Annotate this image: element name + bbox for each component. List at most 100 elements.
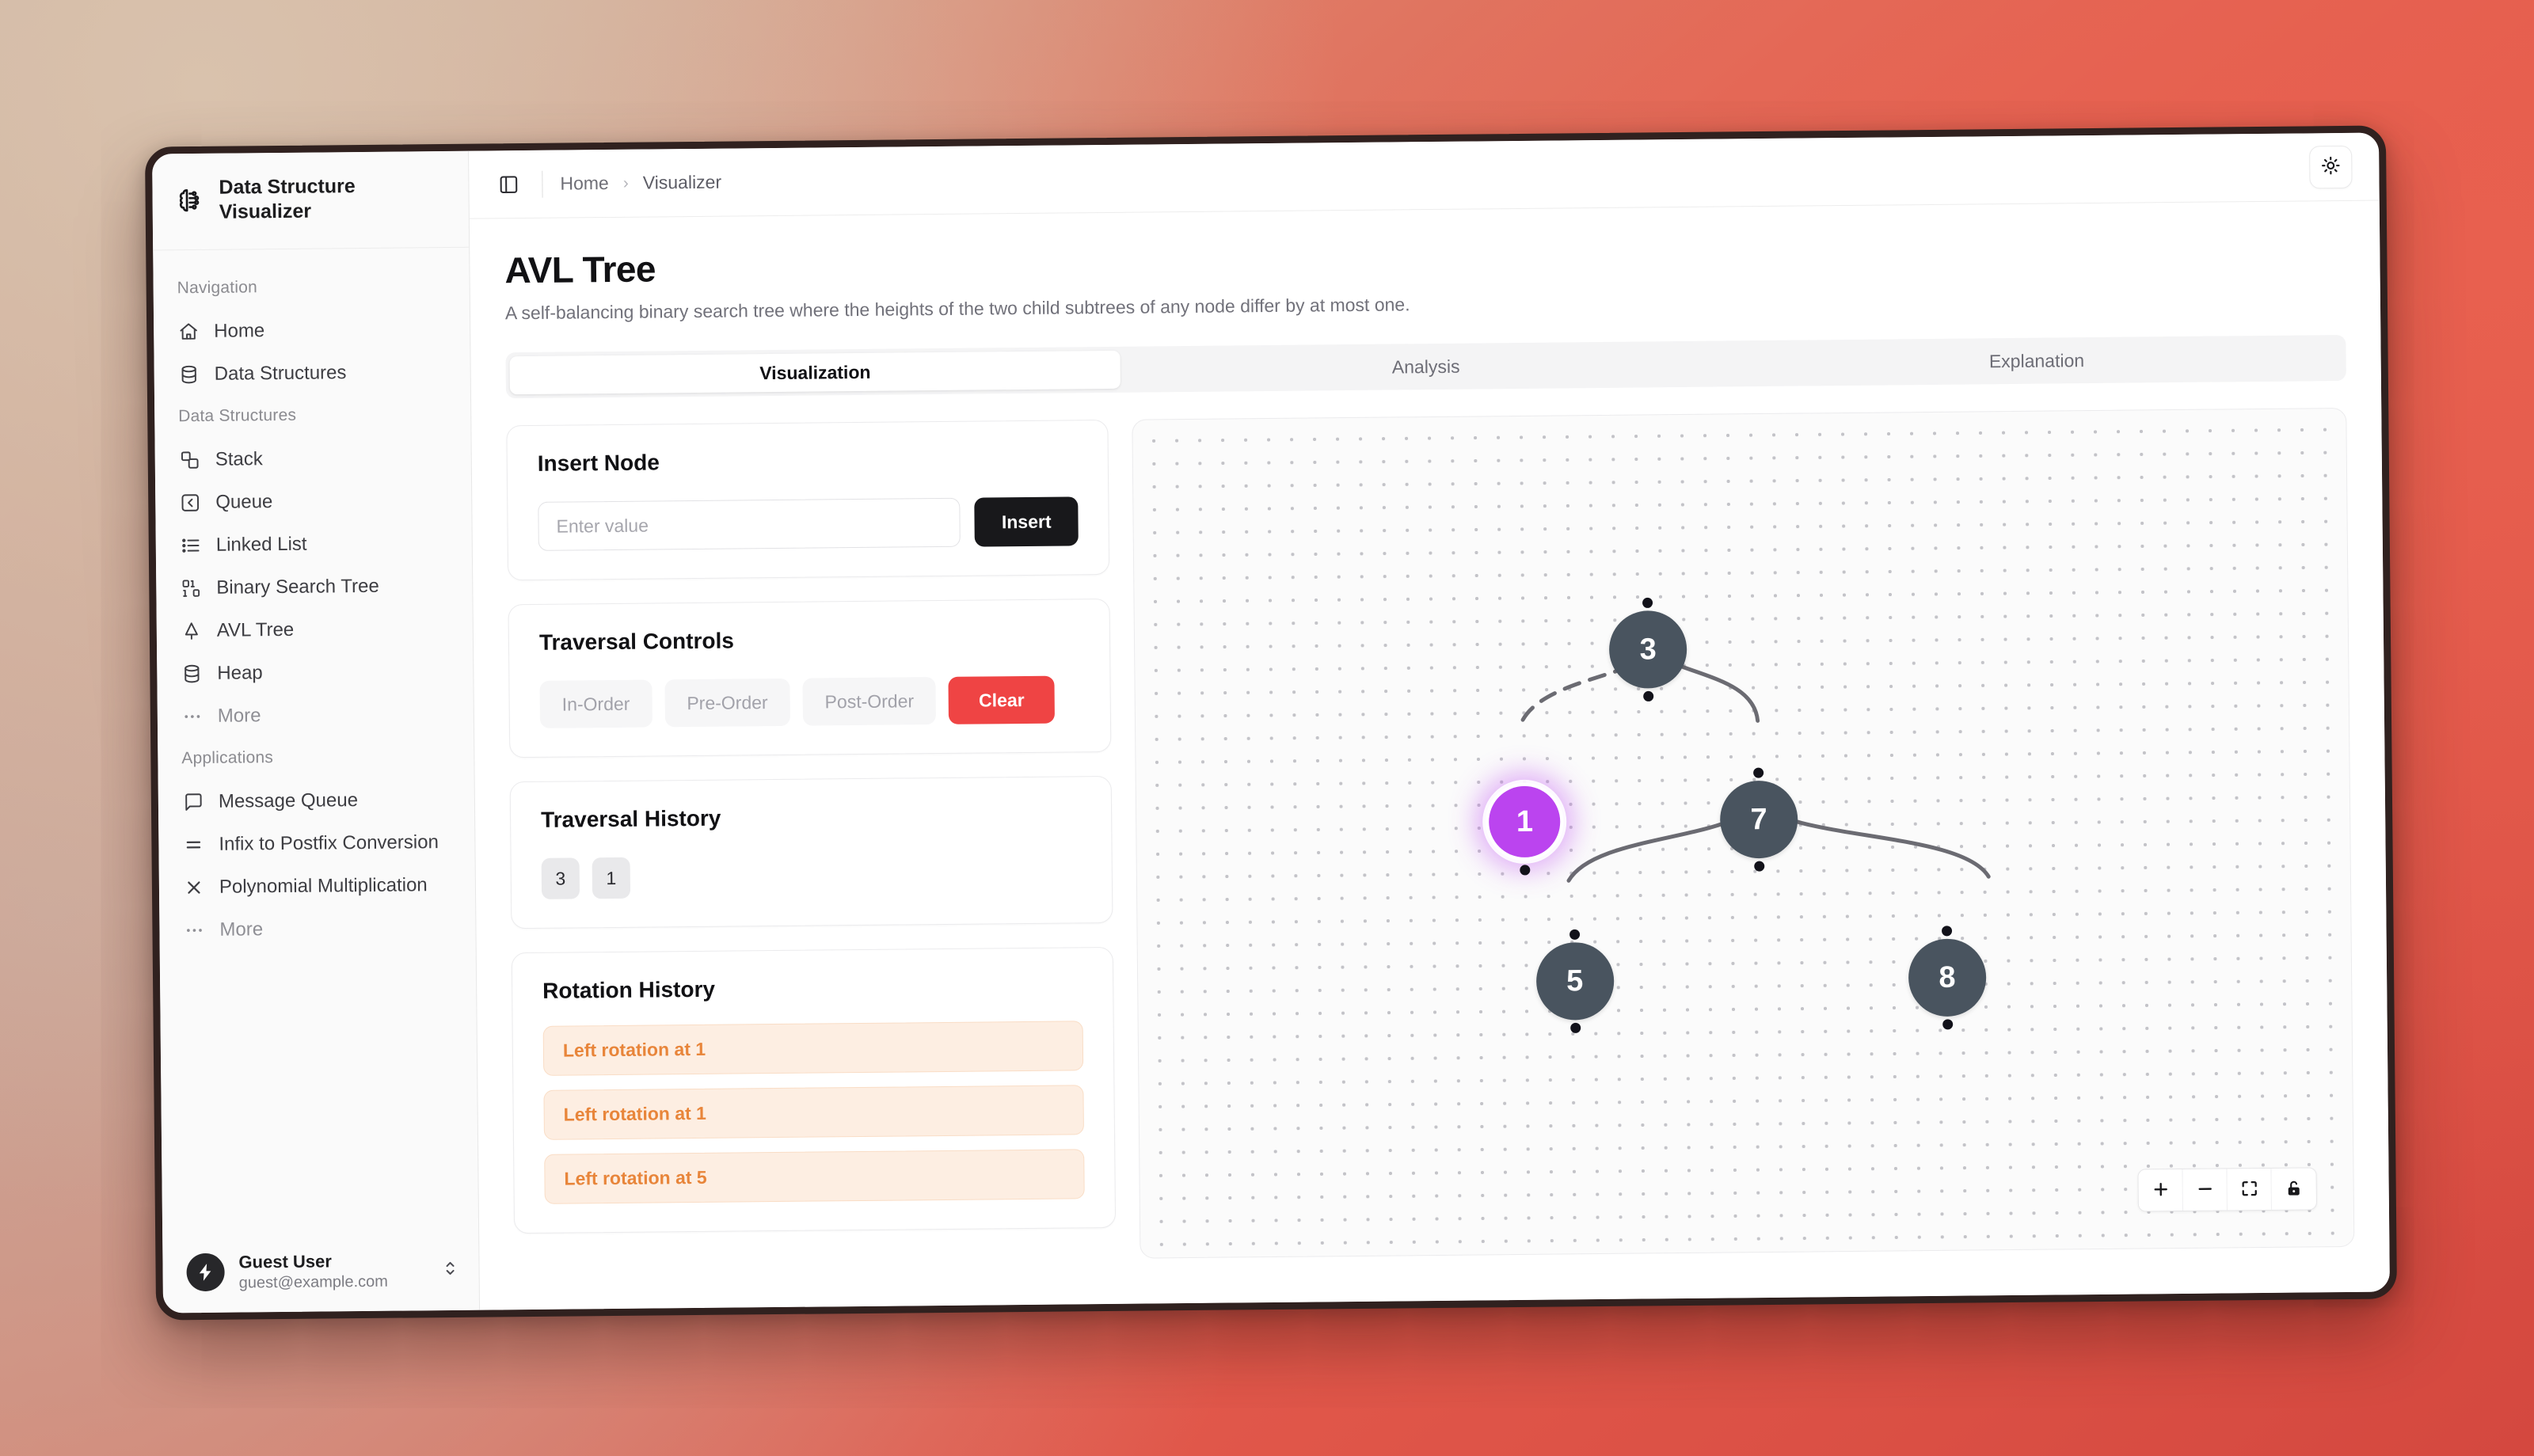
brand-name: Data Structure Visualizer — [219, 175, 356, 223]
node-handle-bottom[interactable] — [1643, 691, 1654, 702]
rotation-history-item: Left rotation at 1 — [543, 1085, 1084, 1140]
interactivity-lock-button[interactable] — [2271, 1168, 2316, 1210]
sidebar-item-more-data-structures[interactable]: More — [158, 692, 474, 738]
breadcrumb: Home › Visualizer — [560, 172, 721, 195]
sidebar-item-label: Heap — [217, 661, 263, 684]
database-icon — [178, 363, 200, 385]
zoom-in-icon — [2151, 1180, 2170, 1201]
sidebar-item-avl-tree[interactable]: AVL Tree — [157, 606, 474, 652]
rotation-history-item: Left rotation at 5 — [544, 1149, 1085, 1204]
x-icon — [183, 876, 204, 898]
tab-explanation[interactable]: Explanation — [1731, 339, 2342, 382]
node-handle-top[interactable] — [1752, 767, 1764, 778]
sidebar-item-heap[interactable]: Heap — [157, 649, 473, 695]
topbar-spacer — [739, 167, 2292, 182]
sidebar-item-infix-to-postfix[interactable]: Infix to Postfix Conversion — [158, 820, 474, 866]
node-handle-top[interactable] — [1642, 597, 1653, 608]
zoom-in-button[interactable] — [2138, 1169, 2183, 1211]
traversal-buttons-row: In-Order Pre-Order Post-Order Clear — [539, 675, 1080, 728]
brain-circuit-icon — [176, 187, 203, 214]
tab-visualization[interactable]: Visualization — [509, 350, 1121, 395]
sidebar-item-message-queue[interactable]: Message Queue — [158, 777, 475, 823]
sidebar-item-label: Queue — [215, 490, 273, 513]
tree-node[interactable]: 7 — [1719, 780, 1798, 859]
node-handle-bottom[interactable] — [1520, 865, 1531, 876]
theme-toggle-button[interactable] — [2309, 145, 2353, 188]
sidebar-item-linked-list[interactable]: Linked List — [156, 521, 472, 567]
tree-node-highlighted[interactable]: 1 — [1485, 782, 1564, 861]
workspace: Insert Node Insert Traversal Controls In… — [506, 407, 2355, 1264]
breadcrumb-home[interactable]: Home — [560, 173, 609, 195]
sidebar-item-binary-search-tree[interactable]: Binary Search Tree — [156, 564, 472, 610]
traversal-chip: 3 — [541, 857, 580, 899]
sun-icon — [2320, 155, 2341, 178]
brand-header[interactable]: Data Structure Visualizer — [152, 150, 470, 251]
tab-analysis[interactable]: Analysis — [1121, 344, 1732, 388]
tree-node[interactable]: 5 — [1535, 942, 1615, 1021]
tree-canvas[interactable]: 3 1 7 5 8 — [1132, 407, 2355, 1259]
zoom-out-button[interactable] — [2182, 1169, 2228, 1211]
sidebar-item-label: Infix to Postfix Conversion — [219, 831, 439, 855]
nav-group-label-navigation: Navigation — [177, 277, 257, 297]
breadcrumb-current: Visualizer — [642, 171, 722, 193]
sidebar-item-polynomial-multiplication[interactable]: Polynomial Multiplication — [159, 863, 475, 909]
sidebar-item-label: Data Structures — [214, 361, 347, 385]
tree-icon — [181, 620, 202, 641]
chevrons-up-down-icon — [440, 1259, 459, 1282]
home-icon — [177, 321, 199, 342]
node-handle-top[interactable] — [1941, 926, 1952, 937]
page-content: AVL Tree A self-balancing binary search … — [470, 201, 2390, 1310]
sidebar-item-stack[interactable]: Stack — [154, 435, 471, 481]
sidebar-item-queue[interactable]: Queue — [155, 478, 472, 524]
traversal-history-chips: 3 1 — [541, 853, 1082, 899]
pre-order-button[interactable]: Pre-Order — [664, 678, 790, 728]
ellipsis-icon — [183, 919, 204, 941]
insert-button[interactable]: Insert — [974, 496, 1079, 547]
node-handle-top[interactable] — [1569, 929, 1580, 940]
rotation-history-card: Rotation History Left rotation at 1 Left… — [511, 946, 1117, 1234]
fit-view-icon — [2239, 1179, 2258, 1200]
user-email: guest@example.com — [238, 1272, 389, 1292]
user-meta: Guest User guest@example.com — [238, 1249, 427, 1294]
sidebar-item-label: More — [217, 704, 261, 727]
arrow-left-square-icon — [179, 492, 200, 513]
binary-icon — [180, 577, 201, 599]
nav-group-label-applications: Applications — [181, 747, 274, 767]
fit-view-button[interactable] — [2227, 1168, 2272, 1211]
sidebar-item-label: AVL Tree — [216, 618, 295, 641]
avatar — [186, 1253, 225, 1292]
unlock-icon — [2285, 1178, 2304, 1199]
nav-group-label-data-structures: Data Structures — [178, 405, 297, 425]
node-handle-bottom[interactable] — [1754, 861, 1765, 872]
sidebar-nav: Navigation Home Data Structures Data Str… — [153, 247, 478, 1236]
in-order-button[interactable]: In-Order — [539, 679, 653, 728]
sidebar-item-data-structures[interactable]: Data Structures — [154, 350, 470, 396]
rotation-history-list: Left rotation at 1 Left rotation at 1 Le… — [542, 1021, 1085, 1204]
sidebar-item-label: More — [219, 918, 264, 941]
equals-icon — [182, 834, 204, 855]
control-panel-column: Insert Node Insert Traversal Controls In… — [506, 419, 1117, 1264]
sidebar-toggle-button[interactable] — [493, 169, 524, 200]
sidebar-item-home[interactable]: Home — [154, 307, 470, 353]
page-subtitle: A self-balancing binary search tree wher… — [504, 294, 1410, 324]
zoom-out-icon — [2195, 1179, 2214, 1200]
insert-value-input[interactable] — [538, 497, 961, 551]
rotation-history-title: Rotation History — [542, 976, 716, 1003]
user-profile-button[interactable]: Guest User guest@example.com — [162, 1233, 479, 1313]
sidebar-item-more-applications[interactable]: More — [159, 906, 476, 952]
sidebar-item-label: Polynomial Multiplication — [219, 873, 428, 898]
clear-button[interactable]: Clear — [948, 675, 1055, 724]
tree-node[interactable]: 3 — [1608, 610, 1687, 690]
user-name: Guest User — [238, 1250, 332, 1272]
list-icon — [180, 534, 201, 556]
insert-node-row: Insert — [538, 496, 1079, 551]
sidebar-item-label: Binary Search Tree — [216, 575, 379, 599]
canvas-controls — [2137, 1167, 2317, 1212]
app-window: Data Structure Visualizer Navigation Hom… — [144, 125, 2398, 1321]
rotation-history-item: Left rotation at 1 — [542, 1021, 1084, 1076]
post-order-button[interactable]: Post-Order — [802, 677, 937, 726]
node-handle-bottom[interactable] — [1942, 1019, 1954, 1030]
sidebar: Data Structure Visualizer Navigation Hom… — [152, 150, 481, 1313]
node-handle-bottom[interactable] — [1569, 1023, 1581, 1034]
tree-node[interactable]: 8 — [1908, 938, 1987, 1017]
